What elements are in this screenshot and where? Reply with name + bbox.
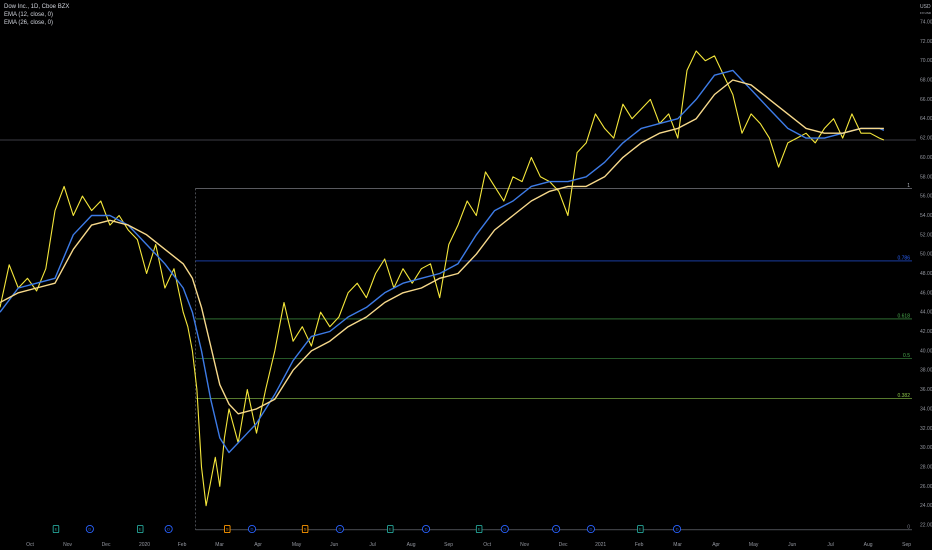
x-tick-label: Feb: [635, 542, 644, 548]
y-tick-label: 50.00: [920, 252, 932, 258]
badge-letter: D: [88, 526, 91, 531]
x-tick-label: May: [292, 542, 302, 548]
legend-ema-12[interactable]: EMA (12, close, 0): [4, 11, 69, 19]
y-tick-label: 64.00: [920, 116, 932, 122]
x-tick-label: Nov: [520, 542, 529, 548]
series-line: [0, 79, 884, 415]
x-tick-label: May: [749, 542, 759, 548]
price-chart[interactable]: 1 0.786 0.618 0.5 0.382 0 74.00 72.00 70.00 68.00…: [0, 0, 932, 550]
y-tick-label: 74.00: [920, 20, 932, 26]
badge-letter: S: [226, 526, 229, 531]
y-tick-label: 60.00: [920, 155, 932, 161]
y-tick-label: 54.00: [920, 213, 932, 219]
y-tick-label: 26.00: [920, 484, 932, 490]
fib-level-label: 0.786: [897, 255, 910, 261]
badge-letter: D: [555, 526, 558, 531]
y-tick-label: 58.00: [920, 174, 932, 180]
currency-label: USD: [920, 4, 931, 10]
y-tick-label: 44.00: [920, 310, 932, 316]
badge-letter: D: [589, 526, 592, 531]
legend-ema-26[interactable]: EMA (26, close, 0): [4, 19, 69, 27]
legend-title[interactable]: Dow Inc., 1D, Cboe BZX: [4, 3, 69, 11]
badge-letter: E: [139, 526, 142, 531]
x-tick-label: Apr: [712, 542, 720, 548]
y-tick-label: 46.00: [920, 290, 932, 296]
x-tick-label: Mar: [215, 542, 224, 548]
fib-level-label: 1: [907, 183, 910, 189]
x-tick-label: Apr: [254, 542, 262, 548]
y-tick-label: 68.00: [920, 78, 932, 84]
y-tick-label: 62.00: [920, 136, 932, 142]
y-tick-label: 48.00: [920, 271, 932, 277]
y-tick-label: 70.00: [920, 58, 932, 64]
x-tick-label: Sep: [902, 542, 911, 548]
badge-letter: S: [304, 526, 307, 531]
x-tick-label: Aug: [864, 542, 873, 548]
badge-letter: D: [338, 526, 341, 531]
badge-letter: D: [167, 526, 170, 531]
x-tick-label: Nov: [63, 542, 72, 548]
badge-letter: E: [389, 526, 392, 531]
y-tick-label: 32.00: [920, 426, 932, 432]
x-tick-label: Sep: [444, 542, 453, 548]
x-tick-label: Jul: [827, 542, 833, 548]
badge-letter: D: [676, 526, 679, 531]
y-tick-label: 40.00: [920, 348, 932, 354]
x-tick-label: Dec: [559, 542, 568, 548]
x-tick-label: Jun: [330, 542, 338, 548]
x-tick-label: Oct: [483, 542, 491, 548]
series-line: [0, 69, 885, 454]
x-tick-label: 2021: [595, 542, 606, 548]
fib-level-label: 0.618: [897, 313, 910, 319]
y-tick-label: 28.00: [920, 464, 932, 470]
x-tick-label: Dec: [102, 542, 111, 548]
badge-letter: D: [503, 526, 506, 531]
y-tick-label: 72.00: [920, 39, 932, 45]
chart-root: 1 0.786 0.618 0.5 0.382 0 74.00 72.00 70.00 68.00…: [0, 0, 932, 550]
fib-level-label: 0: [907, 524, 910, 530]
y-tick-label: 52.00: [920, 232, 932, 238]
badge-letter: E: [55, 526, 58, 531]
y-tick-label: 34.00: [920, 406, 932, 412]
x-tick-label: Jul: [369, 542, 375, 548]
currency-sub-label: FX:USD: [920, 11, 932, 15]
y-tick-label: 56.00: [920, 194, 932, 200]
fib-level-label: 0.382: [897, 393, 910, 399]
y-tick-label: 38.00: [920, 368, 932, 374]
y-tick-label: 66.00: [920, 97, 932, 103]
x-tick-label: Mar: [673, 542, 682, 548]
badge-letter: E: [478, 526, 481, 531]
y-tick-label: 22.00: [920, 523, 932, 529]
legend: Dow Inc., 1D, Cboe BZX EMA (12, close, 0…: [4, 3, 69, 27]
x-tick-label: Jun: [788, 542, 796, 548]
badge-letter: D: [251, 526, 254, 531]
badge-letter: E: [639, 526, 642, 531]
y-tick-label: 42.00: [920, 329, 932, 335]
y-tick-label: 36.00: [920, 387, 932, 393]
x-tick-label: Aug: [407, 542, 416, 548]
badge-letter: D: [425, 526, 428, 531]
y-tick-label: 24.00: [920, 503, 932, 509]
x-tick-label: Oct: [26, 542, 34, 548]
y-tick-label: 30.00: [920, 445, 932, 451]
x-tick-label: 2020: [139, 542, 150, 548]
x-tick-label: Feb: [178, 542, 187, 548]
fib-level-label: 0.5: [903, 353, 910, 359]
